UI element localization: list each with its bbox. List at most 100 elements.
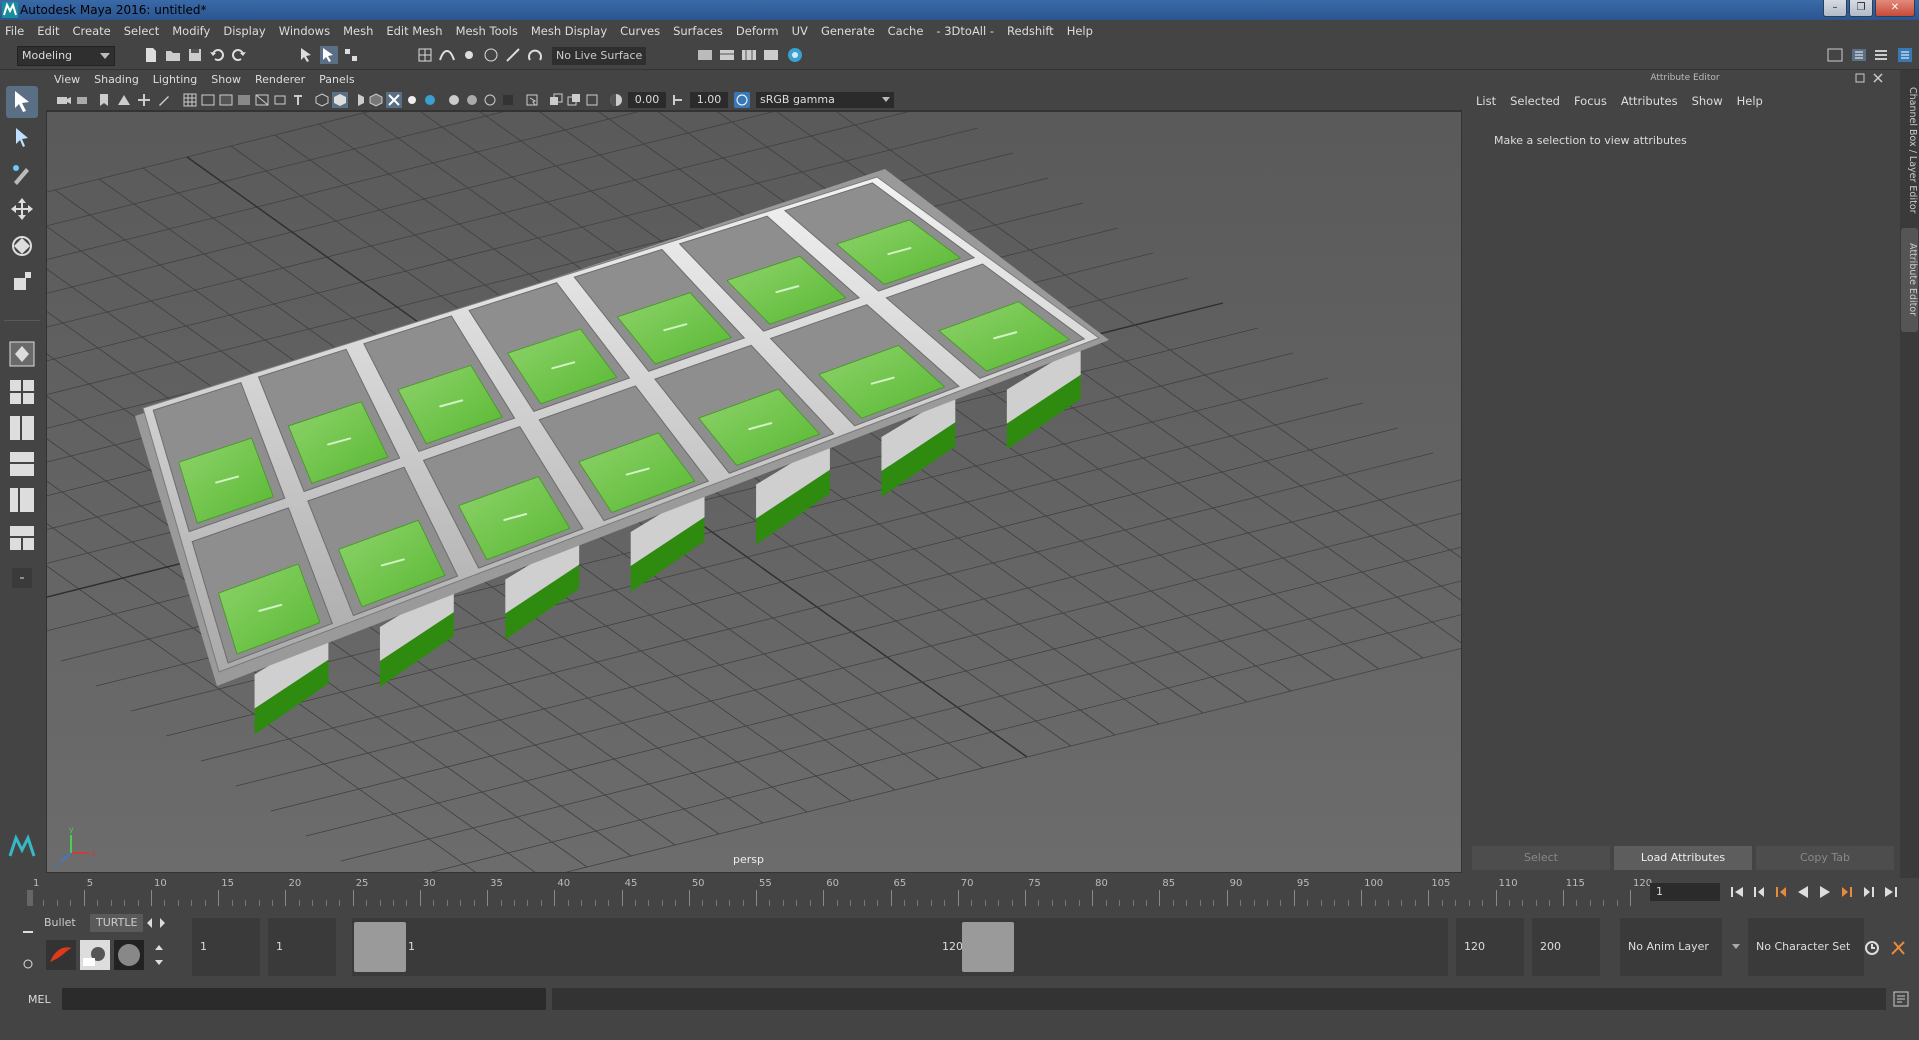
- menu-surfaces[interactable]: Surfaces: [673, 24, 723, 38]
- grid-toggle-icon[interactable]: [182, 92, 198, 108]
- gamma-field[interactable]: 1.00: [690, 92, 728, 108]
- paint-select-tool-icon[interactable]: [6, 158, 38, 190]
- lasso-tool-icon[interactable]: [6, 122, 38, 154]
- safe-title-icon[interactable]: [290, 92, 306, 108]
- turtle-material-icon[interactable]: [114, 940, 144, 970]
- image-plane-icon[interactable]: [116, 92, 132, 108]
- menu-help[interactable]: Help: [1067, 24, 1093, 38]
- snap-live-icon[interactable]: [504, 46, 522, 64]
- snap-view-plane-icon[interactable]: [482, 46, 500, 64]
- play-forwards-icon[interactable]: [1816, 883, 1834, 901]
- attr-menu-help[interactable]: Help: [1737, 94, 1763, 108]
- maximize-button[interactable]: ❐: [1849, 0, 1873, 17]
- uv-editor-layout-icon[interactable]: [6, 522, 38, 554]
- ice-cube-tray-model[interactable]: [135, 169, 1109, 735]
- select-camera-icon[interactable]: [56, 92, 72, 108]
- field-chart-icon[interactable]: [254, 92, 270, 108]
- gamma-icon[interactable]: [670, 92, 686, 108]
- menu-generate[interactable]: Generate: [821, 24, 875, 38]
- ipr-render-icon[interactable]: [740, 46, 758, 64]
- four-view-layout-icon[interactable]: [6, 376, 38, 408]
- playback-start-field[interactable]: 1: [268, 918, 336, 976]
- menu-mesh[interactable]: Mesh: [343, 24, 373, 38]
- menu-select[interactable]: Select: [124, 24, 159, 38]
- xray-joints-icon[interactable]: [548, 92, 564, 108]
- menu-file[interactable]: File: [5, 24, 24, 38]
- xray-icon[interactable]: [386, 92, 402, 108]
- menu-mesh-display[interactable]: Mesh Display: [531, 24, 607, 38]
- menu-set-dropdown[interactable]: Modeling: [17, 46, 115, 66]
- xray-active-icon[interactable]: [566, 92, 582, 108]
- shelf-settings-icon[interactable]: [20, 956, 36, 972]
- more-layouts-icon[interactable]: [6, 562, 38, 594]
- go-to-start-icon[interactable]: [1728, 883, 1746, 901]
- menu-redshift[interactable]: Redshift: [1007, 24, 1054, 38]
- hypershade-icon[interactable]: [786, 46, 804, 64]
- persp-graph-layout-icon[interactable]: [6, 448, 38, 480]
- default-material-icon[interactable]: [350, 92, 366, 108]
- menu-uv[interactable]: UV: [792, 24, 808, 38]
- time-slider[interactable]: 1 5 10 15 20 25 30 35 40 45 50 55 60 65 70 75 80 85 90 95 10…: [0, 878, 1919, 910]
- anim-layer-dropdown[interactable]: No Anim Layer: [1620, 918, 1740, 976]
- mel-label[interactable]: MEL: [28, 993, 51, 1006]
- gate-mask-icon[interactable]: [236, 92, 252, 108]
- menu-edit[interactable]: Edit: [37, 24, 59, 38]
- select-by-component-icon[interactable]: [342, 46, 360, 64]
- animation-preferences-icon[interactable]: [1888, 938, 1908, 958]
- view-transform-dropdown[interactable]: sRGB gamma: [756, 92, 894, 108]
- playback-end-field[interactable]: 120: [1456, 918, 1524, 976]
- render-settings-icon[interactable]: [696, 46, 714, 64]
- go-to-end-icon[interactable]: [1882, 883, 1900, 901]
- modeling-toolkit-icon[interactable]: [1826, 46, 1844, 64]
- step-forward-frame-icon[interactable]: [1838, 883, 1856, 901]
- attr-menu-focus[interactable]: Focus: [1574, 94, 1607, 108]
- attribute-editor-tab[interactable]: Attribute Editor: [1901, 228, 1918, 332]
- range-end-handle[interactable]: [962, 922, 1014, 972]
- step-forward-key-icon[interactable]: [1860, 883, 1878, 901]
- play-backwards-icon[interactable]: [1794, 883, 1812, 901]
- backface-culling-icon[interactable]: [584, 92, 600, 108]
- channel-box-toggle-icon[interactable]: [1896, 46, 1914, 64]
- menu-curves[interactable]: Curves: [620, 24, 660, 38]
- select-by-hierarchy-icon[interactable]: [298, 46, 316, 64]
- menu-windows[interactable]: Windows: [279, 24, 330, 38]
- depth-of-field-icon[interactable]: [500, 92, 516, 108]
- minimize-button[interactable]: –: [1823, 0, 1847, 17]
- smooth-shade-icon[interactable]: [332, 92, 348, 108]
- open-scene-icon[interactable]: [164, 46, 182, 64]
- viewport-menu-view[interactable]: View: [54, 73, 80, 86]
- turtle-bake-icon[interactable]: [80, 940, 110, 970]
- auto-key-icon[interactable]: [1862, 938, 1882, 958]
- close-panel-icon[interactable]: [1872, 72, 1884, 84]
- safe-action-icon[interactable]: [272, 92, 288, 108]
- isolate-select-icon[interactable]: [524, 92, 540, 108]
- attr-menu-selected[interactable]: Selected: [1510, 94, 1560, 108]
- viewport-menu-renderer[interactable]: Renderer: [255, 73, 305, 86]
- persp-outliner-layout-icon[interactable]: [6, 412, 38, 444]
- motion-blur-icon[interactable]: [464, 92, 480, 108]
- bookmark-icon[interactable]: [96, 92, 112, 108]
- exposure-field[interactable]: 0.00: [628, 92, 666, 108]
- menu-cache[interactable]: Cache: [888, 24, 924, 38]
- grease-pencil-icon[interactable]: [156, 92, 172, 108]
- camera-attributes-icon[interactable]: [76, 92, 92, 108]
- select-by-object-icon[interactable]: [320, 46, 338, 64]
- new-scene-icon[interactable]: [142, 46, 160, 64]
- anti-aliasing-icon[interactable]: [482, 92, 498, 108]
- undo-icon[interactable]: [208, 46, 226, 64]
- menu-mesh-tools[interactable]: Mesh Tools: [456, 24, 518, 38]
- animation-end-field[interactable]: 200: [1532, 918, 1600, 976]
- attr-menu-show[interactable]: Show: [1692, 94, 1723, 108]
- shelf-scroll-icon[interactable]: [154, 940, 164, 970]
- render-frame-icon[interactable]: [718, 46, 736, 64]
- wireframe-icon[interactable]: [314, 92, 330, 108]
- viewport-menu-lighting[interactable]: Lighting: [153, 73, 197, 86]
- script-editor-icon[interactable]: [1892, 990, 1910, 1008]
- time-ruler[interactable]: 1 5 10 15 20 25 30 35 40 45 50 55 60 65 70 75 80 85 90 95 10…: [26, 878, 1652, 906]
- range-start-handle[interactable]: [354, 922, 406, 972]
- ambient-occlusion-icon[interactable]: [446, 92, 462, 108]
- load-attributes-button[interactable]: Load Attributes: [1614, 846, 1752, 870]
- viewport-menu-show[interactable]: Show: [211, 73, 241, 86]
- redo-icon[interactable]: [230, 46, 248, 64]
- perspective-viewport[interactable]: x y z persp: [46, 111, 1462, 873]
